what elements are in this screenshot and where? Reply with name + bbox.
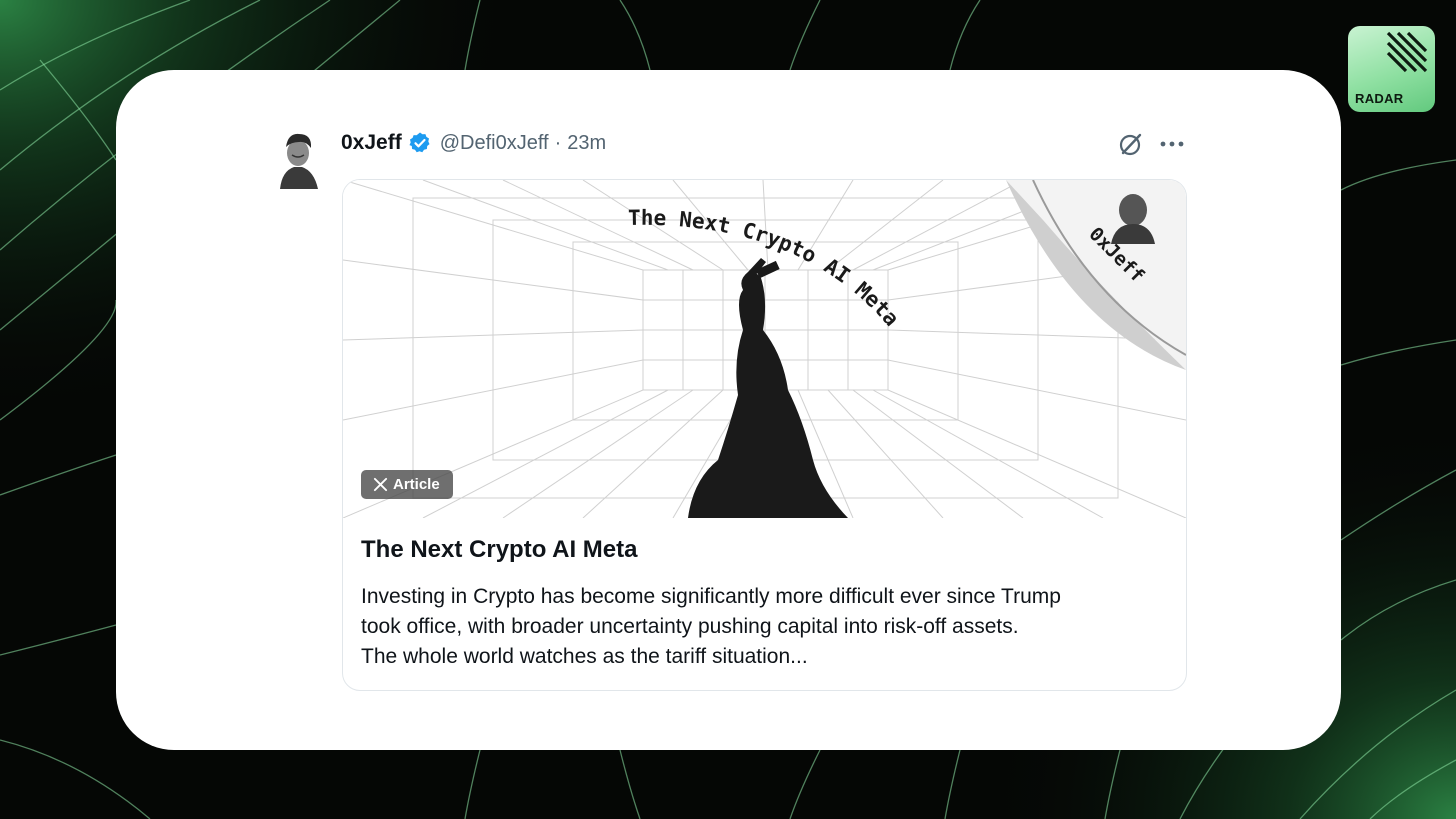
article-description: Investing in Crypto has become significa… — [361, 582, 1171, 672]
article-title[interactable]: The Next Crypto AI Meta — [361, 536, 637, 564]
x-logo-icon — [373, 477, 388, 492]
post-timestamp[interactable]: 23m — [567, 132, 606, 155]
post-header: 0xJeff @Defi0xJeff · 23m — [341, 128, 606, 158]
author-handle[interactable]: @Defi0xJeff — [440, 132, 549, 155]
grok-icon[interactable] — [1117, 130, 1145, 158]
article-desc-line: Investing in Crypto has become significa… — [361, 585, 1061, 608]
article-desc-line: The whole world watches as the tariff si… — [361, 645, 808, 668]
author-avatar[interactable] — [272, 127, 324, 189]
more-icon[interactable] — [1158, 130, 1186, 158]
radar-logo: RADAR — [1348, 26, 1435, 112]
radar-label: RADAR — [1355, 91, 1404, 106]
verified-badge-icon — [409, 132, 430, 153]
article-card[interactable]: The Next Crypto AI Meta 0xJeff Article T… — [342, 179, 1187, 691]
article-badge: Article — [361, 470, 453, 499]
header-separator: · — [554, 131, 562, 154]
article-cover-image[interactable]: The Next Crypto AI Meta 0xJeff — [343, 180, 1186, 518]
author-name[interactable]: 0xJeff — [341, 131, 402, 155]
radar-mark-icon — [1386, 31, 1428, 73]
article-desc-line: took office, with broader uncertainty pu… — [361, 615, 1019, 638]
article-badge-label: Article — [393, 476, 440, 493]
